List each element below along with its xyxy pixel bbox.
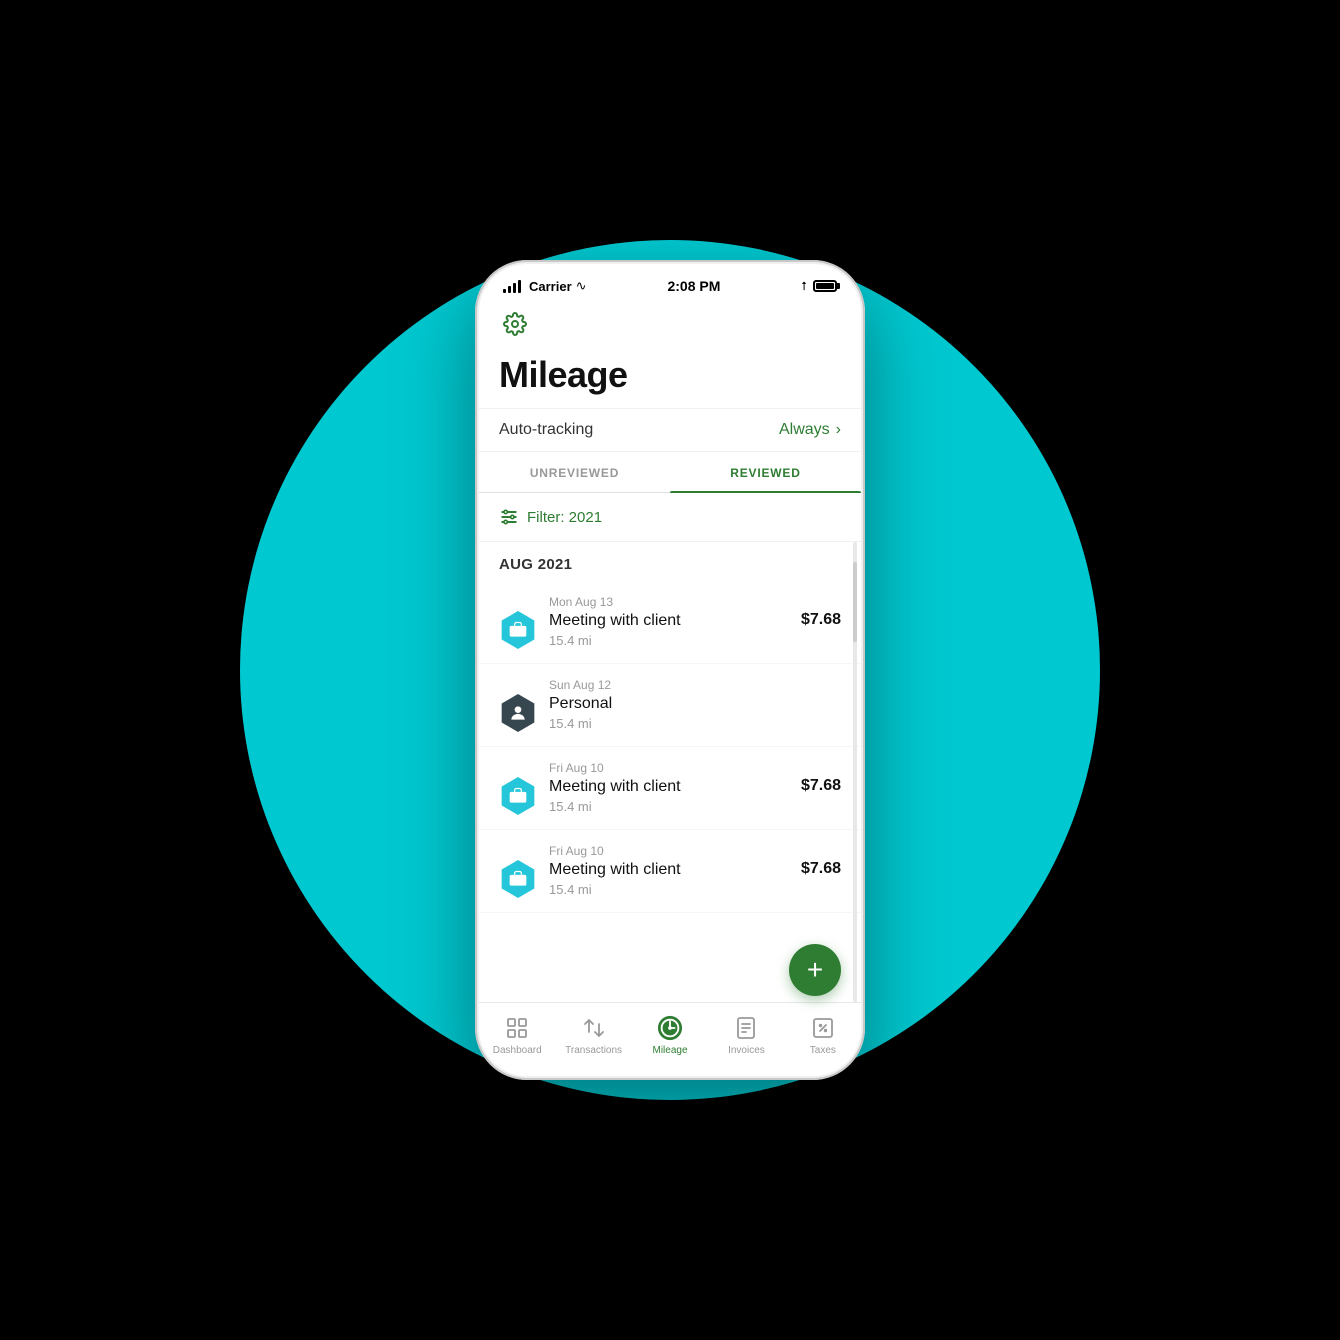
trip-date: Sun Aug 12 [549, 678, 841, 692]
tab-reviewed-label: REVIEWED [730, 466, 800, 480]
trip-icon-personal [499, 694, 537, 732]
trip-item[interactable]: Fri Aug 10 Meeting with client 15.4 mi $… [479, 747, 861, 830]
page-title-section: Mileage [479, 350, 861, 408]
trip-item[interactable]: Fri Aug 10 Meeting with client 15.4 mi $… [479, 830, 861, 913]
time-display: 2:08 PM [667, 278, 720, 294]
battery-fill [816, 283, 834, 289]
signal-bar-2 [508, 286, 511, 293]
tab-unreviewed[interactable]: UNREVIEWED [479, 452, 670, 492]
add-trip-button[interactable]: + [789, 944, 841, 996]
bottom-navigation: Dashboard Transactions [479, 1002, 861, 1076]
status-bar: Carrier ∿ 2:08 PM ⭡ [479, 264, 861, 302]
nav-label-taxes: Taxes [810, 1045, 836, 1056]
nav-item-dashboard[interactable]: Dashboard [479, 1011, 555, 1060]
trip-details: Mon Aug 13 Meeting with client 15.4 mi [549, 595, 801, 648]
person-icon [508, 703, 528, 723]
status-right: ⭡ [801, 279, 837, 294]
trip-date: Fri Aug 10 [549, 761, 801, 775]
month-header-aug2021: AUG 2021 [479, 542, 861, 581]
auto-tracking-value: Always › [779, 421, 841, 439]
nav-label-dashboard: Dashboard [493, 1045, 542, 1056]
nav-label-mileage: Mileage [653, 1045, 688, 1056]
nav-item-taxes[interactable]: Taxes [785, 1011, 861, 1060]
scrollbar-track [853, 542, 857, 1002]
trips-scroll-area: AUG 2021 Mon Aug 13 Meeting with client … [479, 542, 861, 1002]
trip-details: Sun Aug 12 Personal 15.4 mi [549, 678, 841, 731]
trip-amount: $7.68 [801, 860, 841, 878]
trip-item[interactable]: Mon Aug 13 Meeting with client 15.4 mi $… [479, 581, 861, 664]
plus-icon: + [807, 956, 823, 984]
trip-icon-business [499, 611, 537, 649]
transactions-icon [581, 1015, 607, 1041]
trip-icon-business [499, 777, 537, 815]
briefcase-icon [508, 869, 528, 889]
battery-icon [813, 280, 837, 292]
page-title: Mileage [499, 354, 841, 396]
briefcase-icon [508, 786, 528, 806]
filter-label: Filter: 2021 [527, 509, 602, 526]
settings-button[interactable] [499, 308, 531, 340]
trip-miles: 15.4 mi [549, 882, 801, 897]
trip-icon-business [499, 860, 537, 898]
invoices-icon [733, 1015, 759, 1041]
phone-frame: Carrier ∿ 2:08 PM ⭡ Mileage [475, 260, 865, 1080]
trip-item[interactable]: Sun Aug 12 Personal 15.4 mi [479, 664, 861, 747]
taxes-icon [810, 1015, 836, 1041]
auto-tracking-label: Auto-tracking [499, 421, 593, 439]
tab-reviewed[interactable]: REVIEWED [670, 452, 861, 492]
nav-item-invoices[interactable]: Invoices [708, 1011, 784, 1060]
trip-name: Meeting with client [549, 778, 801, 796]
trip-date: Fri Aug 10 [549, 844, 801, 858]
signal-bar-4 [518, 280, 521, 293]
mileage-icon [657, 1015, 683, 1041]
briefcase-icon [508, 620, 528, 640]
signal-bars [503, 280, 521, 293]
auto-tracking-current: Always [779, 421, 830, 439]
nav-label-transactions: Transactions [565, 1045, 622, 1056]
nav-item-mileage[interactable]: Mileage [632, 1011, 708, 1060]
signal-bar-3 [513, 283, 516, 293]
chevron-right-icon: › [836, 421, 841, 439]
trip-name: Meeting with client [549, 612, 801, 630]
nav-item-transactions[interactable]: Transactions [555, 1011, 631, 1060]
filter-icon [499, 507, 519, 527]
app-header [479, 302, 861, 350]
filter-row[interactable]: Filter: 2021 [479, 493, 861, 542]
auto-tracking-row[interactable]: Auto-tracking Always › [479, 408, 861, 452]
trip-miles: 15.4 mi [549, 716, 841, 731]
bluetooth-icon: ⭡ [801, 279, 807, 294]
trip-name: Meeting with client [549, 861, 801, 879]
dashboard-icon [504, 1015, 530, 1041]
gear-icon [503, 312, 527, 336]
tab-unreviewed-label: UNREVIEWED [530, 466, 619, 480]
nav-label-invoices: Invoices [728, 1045, 765, 1056]
scrollbar-thumb [853, 562, 857, 642]
trip-details: Fri Aug 10 Meeting with client 15.4 mi [549, 761, 801, 814]
tab-bar: UNREVIEWED REVIEWED [479, 452, 861, 493]
wifi-icon: ∿ [576, 278, 587, 294]
carrier-label: Carrier [529, 279, 572, 294]
status-left: Carrier ∿ [503, 278, 587, 294]
phone-screen: Carrier ∿ 2:08 PM ⭡ Mileage [479, 264, 861, 1076]
trip-amount: $7.68 [801, 611, 841, 629]
trip-amount: $7.68 [801, 777, 841, 795]
trip-name: Personal [549, 695, 841, 713]
trip-miles: 15.4 mi [549, 633, 801, 648]
trip-details: Fri Aug 10 Meeting with client 15.4 mi [549, 844, 801, 897]
trip-date: Mon Aug 13 [549, 595, 801, 609]
trip-miles: 15.4 mi [549, 799, 801, 814]
signal-bar-1 [503, 289, 506, 293]
